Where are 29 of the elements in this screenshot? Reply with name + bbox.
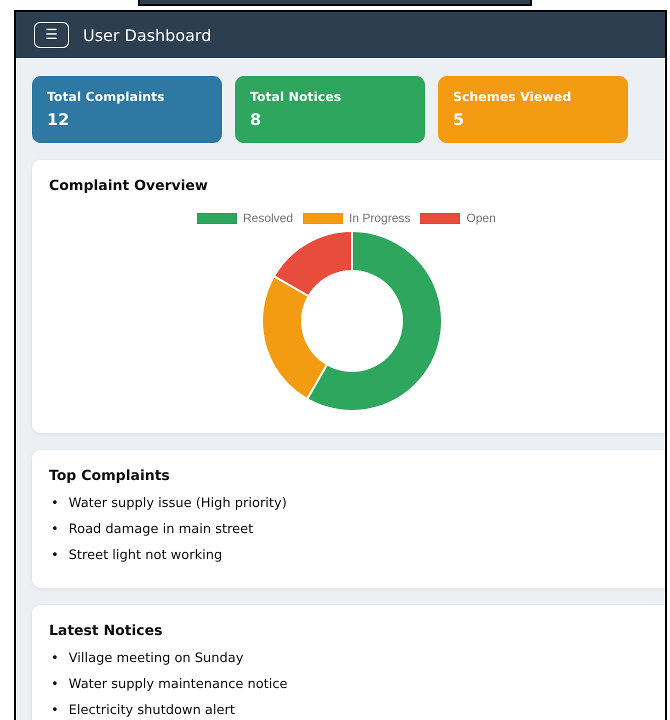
stat-label: Total Notices — [250, 89, 342, 104]
list-item: Street light not working — [68, 547, 222, 565]
stat-value: 12 — [47, 110, 70, 129]
bullet: • — [51, 702, 59, 720]
menu-button[interactable]: ☰ — [34, 22, 69, 48]
legend-swatch — [420, 212, 460, 224]
bullet: • — [51, 521, 59, 539]
legend-label: In Progress — [349, 211, 410, 225]
stat-label: Schemes Viewed — [453, 89, 572, 104]
card-title: Latest Notices — [49, 623, 164, 639]
card-title: Top Complaints — [49, 468, 171, 484]
list-item: Electricity shutdown alert — [68, 702, 235, 720]
list-item: Road damage in main street — [68, 521, 254, 539]
list-item: Village meeting on Sunday — [68, 650, 244, 668]
bullet: • — [51, 547, 59, 565]
legend-swatch — [197, 212, 237, 224]
card-title: Complaint Overview — [49, 178, 209, 194]
page-title: User Dashboard — [83, 26, 212, 44]
legend-swatch — [303, 212, 344, 224]
list-item: Water supply issue (High priority) — [68, 495, 287, 513]
legend-label: Resolved — [243, 211, 294, 225]
bullet: • — [51, 495, 59, 513]
stat-value: 8 — [250, 110, 262, 129]
list-item: Water supply maintenance notice — [68, 676, 288, 694]
legend-label: Open — [466, 211, 496, 225]
bullet: • — [51, 650, 59, 668]
stat-label: Total Complaints — [47, 89, 166, 104]
stat-value: 5 — [453, 110, 466, 129]
bullet: • — [51, 676, 59, 694]
